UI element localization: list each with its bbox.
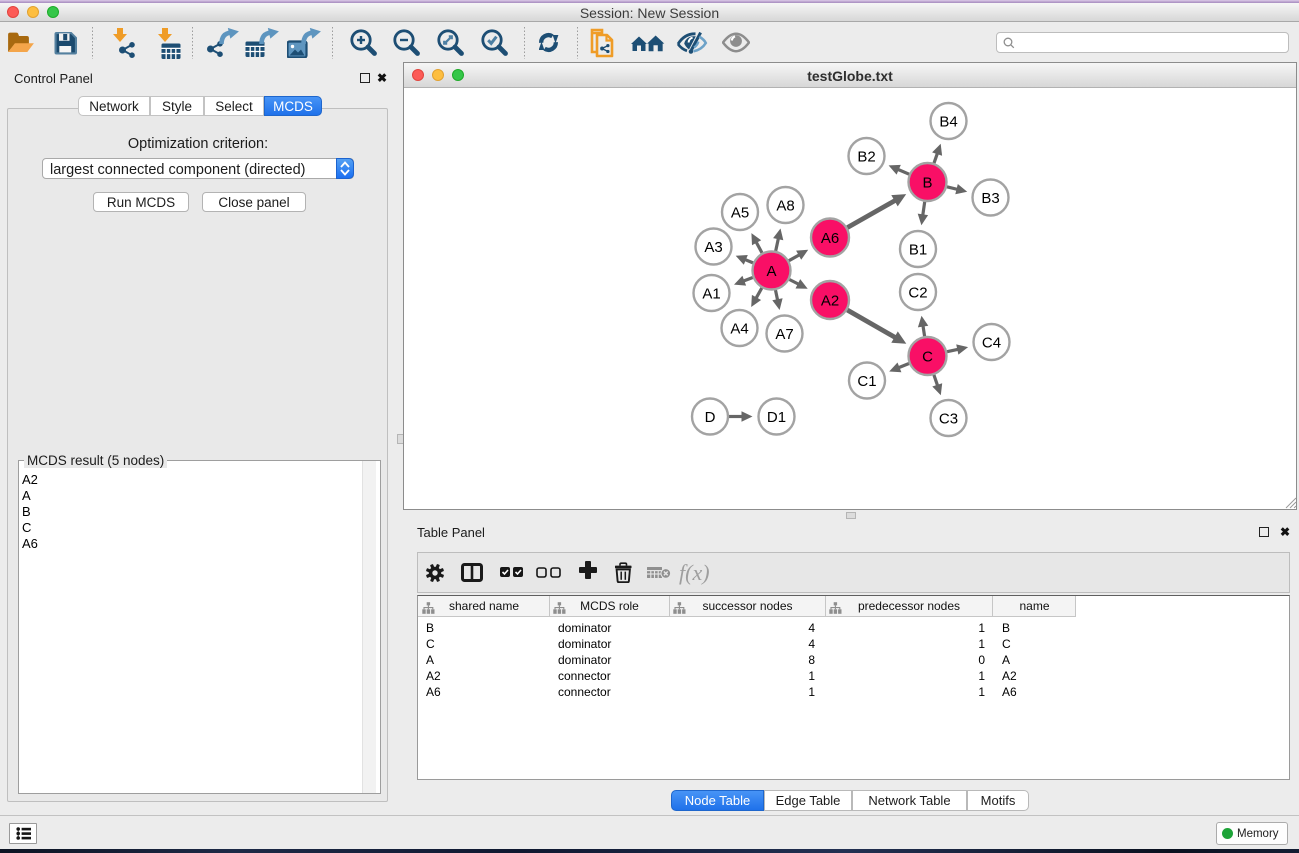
svg-text:A8: A8 — [776, 197, 794, 214]
svg-text:A1: A1 — [702, 285, 720, 302]
svg-text:B1: B1 — [909, 241, 927, 258]
svg-text:C2: C2 — [908, 284, 927, 301]
svg-text:A5: A5 — [731, 204, 749, 221]
svg-text:A6: A6 — [821, 230, 839, 247]
svg-text:A7: A7 — [775, 326, 793, 343]
svg-text:D: D — [705, 409, 716, 426]
svg-text:C4: C4 — [982, 334, 1001, 351]
svg-text:B: B — [922, 174, 932, 191]
svg-text:A4: A4 — [730, 320, 748, 337]
svg-text:C3: C3 — [939, 410, 958, 427]
svg-text:A: A — [766, 263, 776, 280]
svg-text:B3: B3 — [981, 190, 999, 207]
svg-text:D1: D1 — [767, 409, 786, 426]
svg-text:A2: A2 — [821, 292, 839, 309]
svg-text:C: C — [922, 348, 933, 365]
svg-text:B2: B2 — [857, 148, 875, 165]
svg-text:B4: B4 — [939, 113, 957, 130]
svg-text:A3: A3 — [704, 239, 722, 256]
svg-text:C1: C1 — [857, 373, 876, 390]
